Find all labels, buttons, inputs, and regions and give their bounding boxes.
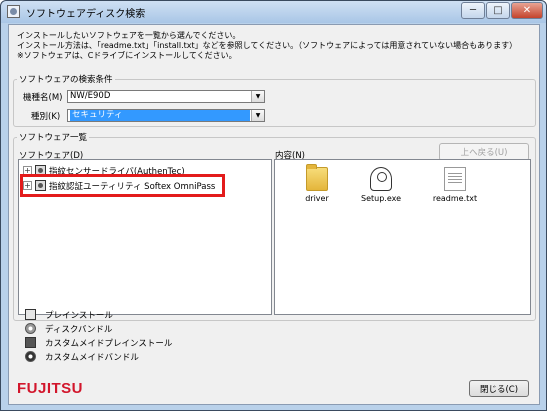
text-file-icon (444, 167, 466, 191)
legend-disc-bundle: ディスクバンドル (25, 322, 112, 335)
type-label: 種別(K) (31, 112, 61, 122)
window: ソフトウェアディスク検索 ─ □ ✕ インストールしたいソフトウェアを一覧から選… (0, 0, 547, 411)
legend-label: プレインストール (45, 310, 113, 321)
dialog-body: インストールしたいソフトウェアを一覧から選んでください。 インストール方法は、「… (8, 24, 540, 405)
legend-preinstall: プレインストール (25, 308, 113, 321)
type-value: セキュリティ (70, 110, 250, 121)
file-name: readme.txt (432, 194, 478, 203)
file-driver[interactable]: driver (287, 164, 347, 203)
intro-line-1: インストールしたいソフトウェアを一覧から選んでください。 (17, 31, 241, 40)
setup-exe-icon (370, 167, 392, 191)
file-name: Setup.exe (360, 194, 402, 203)
file-name: driver (305, 194, 329, 203)
type-select[interactable]: セキュリティ ▼ (67, 109, 265, 122)
intro-text: インストールしたいソフトウェアを一覧から選んでください。 インストール方法は、「… (17, 31, 517, 61)
search-conditions-label: ソフトウェアの検索条件 (19, 75, 113, 85)
close-button[interactable]: 閉じる(C) (469, 380, 529, 397)
maximize-button[interactable]: □ (486, 2, 510, 19)
minimize-button[interactable]: ─ (461, 2, 485, 19)
custom-bundle-icon (25, 351, 36, 362)
content-panel[interactable]: driver Setup.exe readme.txt (274, 159, 531, 315)
legend-label: カスタムメイドプレインストール (45, 338, 173, 349)
model-select[interactable]: NW/E90D ▼ (67, 90, 265, 103)
file-readme[interactable]: readme.txt (425, 167, 485, 203)
software-tree[interactable]: + 指紋センサードライバ(AuthenTec) + 指紋認証ユーティリティ So… (18, 159, 272, 315)
window-title: ソフトウェアディスク検索 (26, 9, 146, 20)
preinstall-icon (25, 309, 36, 320)
legend-label: ディスクバンドル (45, 324, 113, 335)
software-list-label: ソフトウェア一覧 (19, 133, 88, 143)
custom-preinstall-icon (25, 337, 36, 348)
legend-custom-bundle: カスタムメイドバンドル (25, 350, 139, 363)
disc-bundle-icon (25, 323, 36, 334)
app-icon (7, 5, 20, 18)
close-window-button[interactable]: ✕ (511, 2, 543, 19)
chevron-down-icon[interactable]: ▼ (251, 110, 264, 121)
intro-line-3: ※ソフトウェアは、Cドライブにインストールしてください。 (17, 51, 237, 60)
model-value: NW/E90D (70, 91, 111, 101)
file-setup[interactable]: Setup.exe (351, 167, 411, 203)
title-bar[interactable]: ソフトウェアディスク検索 ─ □ ✕ (1, 1, 546, 23)
highlight-box (20, 174, 225, 197)
folder-icon (306, 164, 328, 191)
intro-line-2: インストール方法は、「readme.txt」「install.txt」などを参照… (17, 41, 518, 50)
model-label: 機種名(M) (23, 93, 63, 103)
legend-label: カスタムメイドバンドル (45, 352, 139, 363)
fujitsu-logo: FUJITSU (17, 380, 84, 397)
legend-custom-preinstall: カスタムメイドプレインストール (25, 336, 172, 349)
chevron-down-icon[interactable]: ▼ (251, 91, 264, 102)
